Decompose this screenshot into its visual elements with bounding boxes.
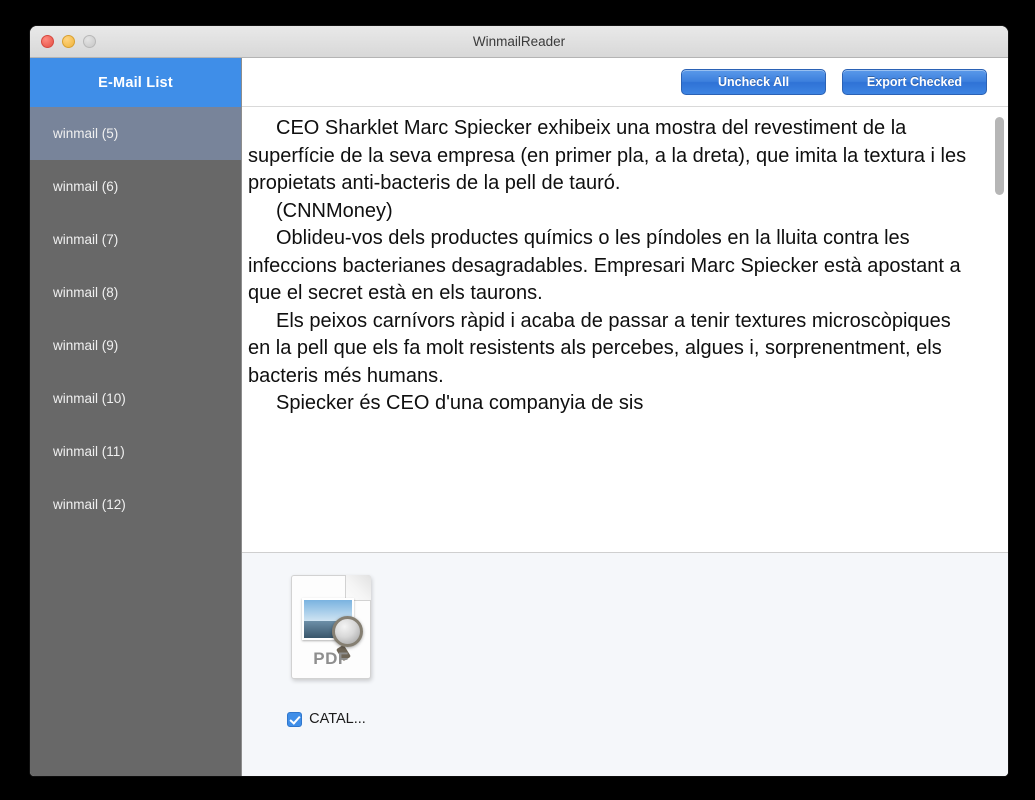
sidebar-item-label: winmail (12): [53, 497, 126, 512]
toolbar: Uncheck All Export Checked: [242, 58, 1008, 107]
sidebar-item-winmail-10[interactable]: winmail (10): [30, 372, 241, 425]
message-text: CEO Sharklet Marc Spiecker exhibeix una …: [242, 107, 1008, 418]
message-paragraph: (CNNMoney): [276, 199, 393, 222]
message-paragraph: CEO Sharklet Marc Spiecker exhibeix una …: [248, 117, 967, 194]
sidebar-item-label: winmail (10): [53, 391, 126, 406]
sidebar-item-winmail-12[interactable]: winmail (12): [30, 478, 241, 531]
attachment-check-row: CATAL...: [287, 711, 366, 727]
pdf-document-icon[interactable]: PDF: [291, 575, 371, 679]
export-checked-button[interactable]: Export Checked: [842, 69, 987, 95]
attachments-pane: PDF CATAL...: [242, 553, 1008, 776]
message-paragraph: Spiecker és CEO d'una companyia de sis: [276, 392, 644, 414]
email-list-sidebar: E-Mail List winmail (5) winmail (6) winm…: [30, 58, 242, 776]
sidebar-item-label: winmail (6): [53, 179, 119, 194]
pdf-type-label: PDF: [313, 649, 349, 668]
sidebar-item-winmail-11[interactable]: winmail (11): [30, 425, 241, 478]
magnifier-icon: [332, 616, 363, 647]
application-window: WinmailReader E-Mail List winmail (5) wi…: [30, 26, 1008, 776]
message-scrollbar[interactable]: [995, 111, 1004, 548]
sidebar-item-winmail-8[interactable]: winmail (8): [30, 266, 241, 319]
window-body: E-Mail List winmail (5) winmail (6) winm…: [30, 58, 1008, 776]
message-paragraph: Els peixos carnívors ràpid i acaba de pa…: [248, 309, 951, 387]
uncheck-all-button[interactable]: Uncheck All: [681, 69, 826, 95]
message-paragraph: Oblideu-vos dels productes químics o les…: [248, 227, 961, 304]
attachment-checkbox[interactable]: [287, 711, 303, 727]
sidebar-item-label: winmail (11): [53, 444, 125, 459]
attachment-item[interactable]: PDF CATAL...: [278, 575, 384, 727]
title-bar: WinmailReader: [30, 26, 1008, 58]
sidebar-item-label: winmail (5): [53, 126, 119, 141]
message-pane[interactable]: CEO Sharklet Marc Spiecker exhibeix una …: [242, 107, 1008, 553]
sidebar-item-label: winmail (9): [53, 338, 119, 353]
sidebar-item-label: winmail (7): [53, 232, 119, 247]
sidebar-header: E-Mail List: [30, 58, 241, 107]
sidebar-item-winmail-5[interactable]: winmail (5): [30, 107, 241, 160]
sidebar-item-winmail-7[interactable]: winmail (7): [30, 213, 241, 266]
sidebar-item-winmail-6[interactable]: winmail (6): [30, 160, 241, 213]
attachment-name: CATAL...: [309, 711, 366, 727]
window-title: WinmailReader: [472, 34, 566, 49]
message-scrollbar-thumb[interactable]: [995, 117, 1004, 195]
content-column: Uncheck All Export Checked CEO Sharklet …: [242, 58, 1008, 776]
sidebar-item-winmail-9[interactable]: winmail (9): [30, 319, 241, 372]
sidebar-item-label: winmail (8): [53, 285, 119, 300]
